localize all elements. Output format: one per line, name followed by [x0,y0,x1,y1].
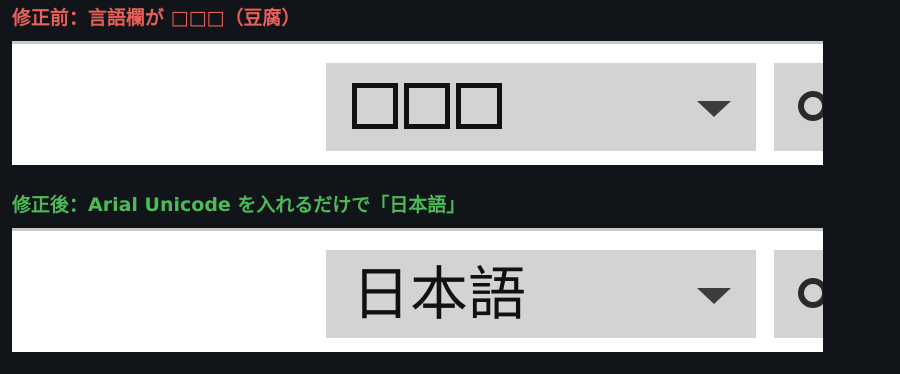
after-screenshot-panel: 日本語 [12,228,823,352]
language-value: 日本語 [352,260,527,328]
gear-icon [798,91,823,121]
before-caption: 修正前：言語欄が □□□（豆腐） [12,7,301,29]
chevron-down-icon[interactable] [697,101,731,117]
tofu-box [456,83,502,129]
language-dropdown-after[interactable]: 日本語 [326,250,756,338]
tofu-box [404,83,450,129]
settings-button-before[interactable] [774,63,823,151]
language-dropdown-before[interactable] [326,63,756,151]
chevron-down-icon[interactable] [697,288,731,304]
tofu-box [352,83,398,129]
before-screenshot-panel [12,41,823,165]
gear-icon [798,278,823,308]
settings-button-after[interactable] [774,250,823,338]
after-caption: 修正後：Arial Unicode を入れるだけで「日本語」 [12,194,466,216]
language-value-tofu [352,83,502,129]
